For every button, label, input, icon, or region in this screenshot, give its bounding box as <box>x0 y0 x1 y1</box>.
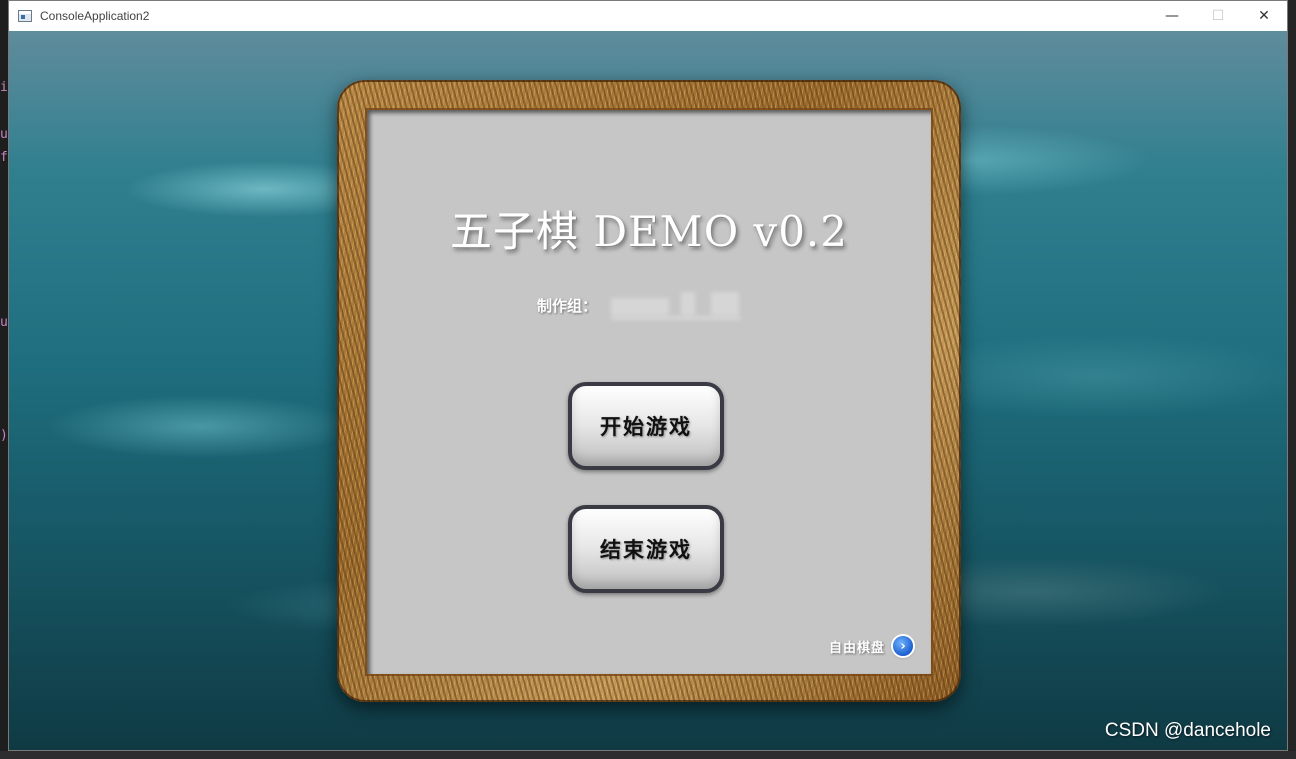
start-game-button[interactable]: 开始游戏 <box>568 382 724 470</box>
credits-label: 制作组： <box>537 296 598 315</box>
window-controls: — ☐ ✕ <box>1149 1 1287 31</box>
window-title: ConsoleApplication2 <box>40 9 150 23</box>
maximize-button[interactable]: ☐ <box>1195 1 1241 31</box>
background-right-strip <box>1288 0 1296 759</box>
wooden-frame: 五子棋 DEMO v0.2 制作组： 开始游戏 结束游戏 自由棋盘 › <box>337 80 961 702</box>
start-game-label: 开始游戏 <box>600 415 692 439</box>
editor-char: u <box>0 315 8 330</box>
game-title: 五子棋 DEMO v0.2 <box>450 207 848 256</box>
credits: 制作组： <box>537 290 742 320</box>
title-bar[interactable]: ConsoleApplication2 — ☐ ✕ <box>9 1 1287 31</box>
free-board-label: 自由棋盘 <box>828 640 885 656</box>
game-canvas: 五子棋 DEMO v0.2 制作组： 开始游戏 结束游戏 自由棋盘 › CSDN… <box>9 31 1287 750</box>
console-app-icon <box>18 10 32 22</box>
chevron-right-circle-icon[interactable]: › <box>893 636 913 656</box>
editor-char: i <box>0 80 8 95</box>
background-editor-strip: i u f u ) <box>0 0 8 759</box>
exit-game-button[interactable]: 结束游戏 <box>568 505 724 593</box>
credits-names-redacted <box>611 290 742 320</box>
editor-char: u <box>0 127 8 142</box>
editor-char: f <box>0 150 8 165</box>
csdn-watermark: CSDN @dancehole <box>1104 720 1271 741</box>
minimize-button[interactable]: — <box>1149 1 1195 31</box>
background-bottom-strip <box>0 751 1296 759</box>
app-window: ConsoleApplication2 — ☐ ✕ 五子棋 DEMO v0.2 … <box>8 0 1288 751</box>
close-button[interactable]: ✕ <box>1241 1 1287 31</box>
editor-char: ) <box>0 428 8 443</box>
free-board-link[interactable]: 自由棋盘 › <box>829 636 913 656</box>
menu-panel: 五子棋 DEMO v0.2 制作组： 开始游戏 结束游戏 自由棋盘 › <box>367 110 931 674</box>
exit-game-label: 结束游戏 <box>600 538 692 562</box>
